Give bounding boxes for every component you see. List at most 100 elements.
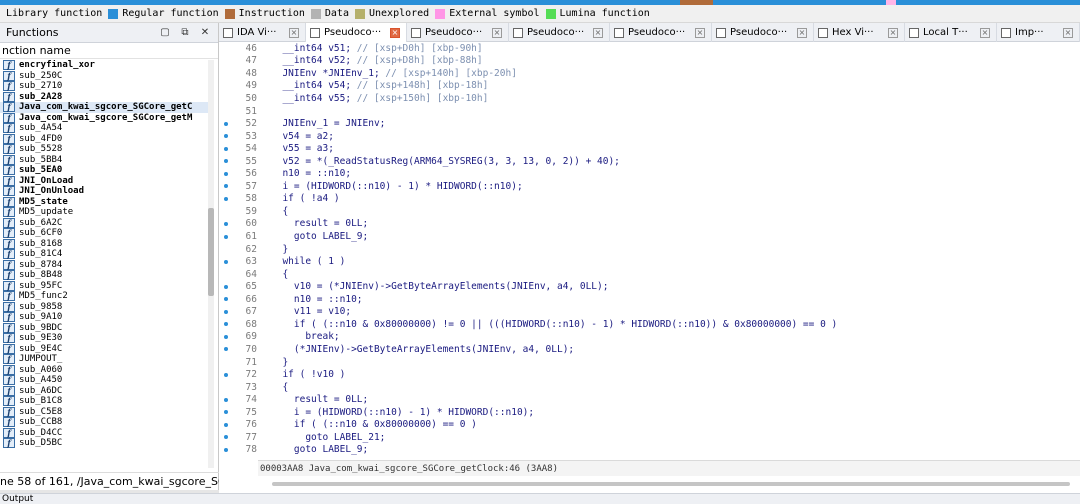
code-line[interactable]: 65 v10 = (*JNIEnv)->GetByteArrayElements… bbox=[219, 280, 1080, 293]
code-line[interactable]: 75 i = (HIDWORD(::n10) - 1) * HIDWORD(::… bbox=[219, 406, 1080, 419]
function-list-item[interactable]: f JNI_OnUnload bbox=[0, 186, 211, 197]
code-text[interactable]: } bbox=[271, 357, 288, 368]
code-text[interactable]: n10 = ::n10; bbox=[271, 294, 363, 305]
function-list-item[interactable]: f sub_4FD0 bbox=[0, 133, 211, 145]
tab-pseudocode[interactable]: Pseudoco··· × bbox=[712, 23, 814, 42]
breakpoint-dot-icon[interactable] bbox=[219, 184, 233, 189]
function-list-item[interactable]: f sub_9E4C bbox=[0, 343, 211, 355]
code-text[interactable]: goto LABEL_9; bbox=[271, 444, 368, 455]
code-line[interactable]: 64 { bbox=[219, 268, 1080, 281]
tab-pseudocode[interactable]: Pseudoco··· × bbox=[306, 23, 407, 42]
breakpoint-dot-icon[interactable] bbox=[219, 297, 233, 302]
code-text[interactable]: i = (HIDWORD(::n10) - 1) * HIDWORD(::n10… bbox=[271, 407, 534, 418]
code-horizontal-scrollbar[interactable] bbox=[258, 477, 1080, 491]
breakpoint-dot-icon[interactable] bbox=[219, 447, 233, 452]
function-list-item[interactable]: f sub_2710 bbox=[0, 81, 211, 92]
code-text[interactable]: __int64 v51; // [xsp+D0h] [xbp-90h] bbox=[271, 43, 482, 54]
function-list-item[interactable]: f sub_9A10 bbox=[0, 312, 211, 323]
tab-close-icon[interactable]: × bbox=[593, 27, 603, 38]
code-text[interactable]: } bbox=[271, 244, 288, 255]
breakpoint-dot-icon[interactable] bbox=[219, 121, 233, 126]
code-text[interactable]: v55 = a3; bbox=[271, 143, 333, 154]
breakpoint-dot-icon[interactable] bbox=[219, 410, 233, 415]
function-list-item[interactable]: f MD5_state bbox=[0, 196, 211, 208]
code-line[interactable]: 66 n10 = ::n10; bbox=[219, 293, 1080, 306]
breakpoint-dot-icon[interactable] bbox=[219, 234, 233, 239]
code-line[interactable]: 74 result = 0LL; bbox=[219, 393, 1080, 406]
code-line[interactable]: 71 } bbox=[219, 356, 1080, 369]
function-list-item[interactable]: f MD5_update bbox=[0, 207, 211, 218]
code-text[interactable]: result = 0LL; bbox=[271, 394, 368, 405]
code-line[interactable]: 50 __int64 v55; // [xsp+150h] [xbp-10h] bbox=[219, 92, 1080, 105]
code-text[interactable]: n10 = ::n10; bbox=[271, 168, 351, 179]
code-text[interactable]: goto LABEL_21; bbox=[271, 432, 385, 443]
tab-close-icon[interactable]: × bbox=[888, 27, 898, 38]
functions-scrollbar[interactable] bbox=[208, 60, 214, 468]
function-list-item[interactable]: f sub_95FC bbox=[0, 280, 211, 292]
scrollbar-thumb[interactable] bbox=[208, 208, 214, 296]
breakpoint-dot-icon[interactable] bbox=[219, 422, 233, 427]
code-text[interactable]: while ( 1 ) bbox=[271, 256, 345, 267]
code-line[interactable]: 77 goto LABEL_21; bbox=[219, 431, 1080, 444]
tab-close-icon[interactable]: × bbox=[695, 27, 705, 38]
code-text[interactable]: __int64 v55; // [xsp+150h] [xbp-10h] bbox=[271, 93, 488, 104]
code-line[interactable]: 58 if ( !a4 ) bbox=[219, 193, 1080, 206]
code-line[interactable]: 49 __int64 v54; // [xsp+148h] [xbp-18h] bbox=[219, 80, 1080, 93]
breakpoint-dot-icon[interactable] bbox=[219, 309, 233, 314]
function-list-item[interactable]: f sub_D5BC bbox=[0, 438, 211, 449]
breakpoint-dot-icon[interactable] bbox=[219, 171, 233, 176]
function-list-item[interactable]: f sub_5EA0 bbox=[0, 165, 211, 176]
code-line[interactable]: 55 v52 = *(_ReadStatusReg(ARM64_SYSREG(3… bbox=[219, 155, 1080, 168]
function-list-item[interactable]: f sub_8B48 bbox=[0, 270, 211, 281]
code-line[interactable]: 46 __int64 v51; // [xsp+D0h] [xbp-90h] bbox=[219, 42, 1080, 55]
code-text[interactable]: JNIEnv *JNIEnv_1; // [xsp+140h] [xbp-20h… bbox=[271, 68, 517, 79]
function-list-item[interactable]: f sub_5BB4 bbox=[0, 154, 211, 166]
function-list-item[interactable]: f Java_com_kwai_sgcore_SGCore_getM bbox=[0, 112, 211, 124]
function-list-item[interactable]: f sub_A060 bbox=[0, 364, 211, 376]
function-list-item[interactable]: f sub_4A54 bbox=[0, 123, 211, 134]
function-list-item[interactable]: f sub_D4CC bbox=[0, 427, 211, 439]
function-list-item[interactable]: f sub_9BDC bbox=[0, 322, 211, 334]
code-text[interactable]: if ( !v10 ) bbox=[271, 369, 345, 380]
pseudocode-view[interactable]: 46 __int64 v51; // [xsp+D0h] [xbp-90h] 47… bbox=[219, 42, 1080, 460]
code-text[interactable]: JNIEnv_1 = JNIEnv; bbox=[271, 118, 385, 129]
code-text[interactable]: { bbox=[271, 269, 288, 280]
function-list-item[interactable]: f encryfinal_xor bbox=[0, 60, 211, 71]
breakpoint-dot-icon[interactable] bbox=[219, 259, 233, 264]
code-text[interactable]: if ( (::n10 & 0x80000000) == 0 ) bbox=[271, 419, 477, 430]
code-line[interactable]: 60 result = 0LL; bbox=[219, 218, 1080, 231]
function-name-column-header[interactable]: nction name bbox=[0, 43, 218, 59]
scrollbar-thumb[interactable] bbox=[272, 482, 1070, 486]
code-text[interactable]: { bbox=[271, 206, 288, 217]
restore-icon[interactable]: ▢ bbox=[158, 27, 172, 38]
code-text[interactable]: (*JNIEnv)->GetByteArrayElements(JNIEnv, … bbox=[271, 344, 574, 355]
code-text[interactable]: result = 0LL; bbox=[271, 218, 368, 229]
tab-close-icon[interactable]: × bbox=[980, 27, 990, 38]
function-list-item[interactable]: f Java_com_kwai_sgcore_SGCore_getC bbox=[0, 102, 211, 113]
function-list-item[interactable]: f sub_A450 bbox=[0, 375, 211, 386]
breakpoint-dot-icon[interactable] bbox=[219, 159, 233, 164]
code-line[interactable]: 54 v55 = a3; bbox=[219, 142, 1080, 155]
code-text[interactable]: v10 = (*JNIEnv)->GetByteArrayElements(JN… bbox=[271, 281, 609, 292]
function-list-item[interactable]: f sub_B1C8 bbox=[0, 396, 211, 407]
code-line[interactable]: 57 i = (HIDWORD(::n10) - 1) * HIDWORD(::… bbox=[219, 180, 1080, 193]
code-text[interactable]: break; bbox=[271, 331, 339, 342]
float-icon[interactable]: ⧉ bbox=[178, 27, 192, 38]
output-panel-header[interactable]: Output bbox=[0, 493, 1080, 504]
code-text[interactable]: v11 = v10; bbox=[271, 306, 351, 317]
breakpoint-dot-icon[interactable] bbox=[219, 435, 233, 440]
code-text[interactable]: goto LABEL_9; bbox=[271, 231, 368, 242]
tab-local-types[interactable]: Local T··· × bbox=[905, 23, 997, 42]
function-list-item[interactable]: f JNI_OnLoad bbox=[0, 175, 211, 187]
code-line[interactable]: 56 n10 = ::n10; bbox=[219, 168, 1080, 181]
code-line[interactable]: 78 goto LABEL_9; bbox=[219, 444, 1080, 457]
breakpoint-dot-icon[interactable] bbox=[219, 134, 233, 139]
code-line[interactable]: 61 goto LABEL_9; bbox=[219, 230, 1080, 243]
code-line[interactable]: 51 bbox=[219, 105, 1080, 118]
breakpoint-dot-icon[interactable] bbox=[219, 397, 233, 402]
code-line[interactable]: 59 { bbox=[219, 205, 1080, 218]
tab-pseudocode[interactable]: Pseudoco··· × bbox=[509, 23, 610, 42]
code-line[interactable]: 48 JNIEnv *JNIEnv_1; // [xsp+140h] [xbp-… bbox=[219, 67, 1080, 80]
close-icon[interactable]: ✕ bbox=[198, 27, 212, 38]
tab-imports[interactable]: Imp··· × bbox=[997, 23, 1080, 42]
